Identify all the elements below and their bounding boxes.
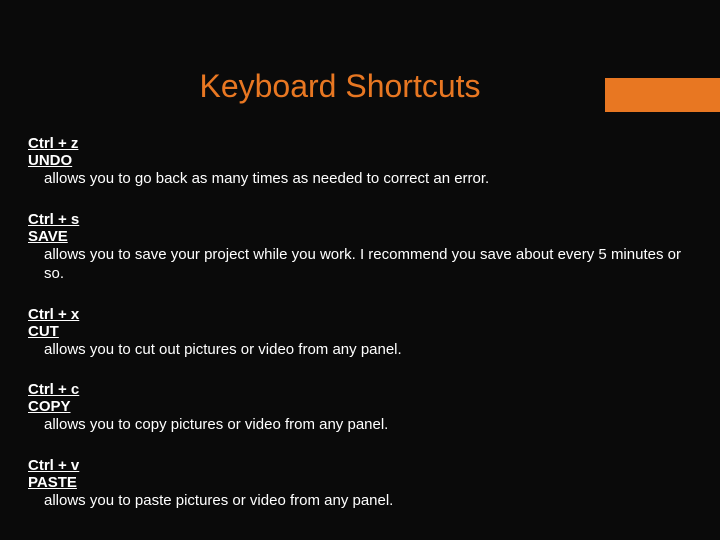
shortcut-item: Ctrl + v PASTE allows you to paste pictu… <box>28 457 692 511</box>
shortcut-item: Ctrl + s SAVE allows you to save your pr… <box>28 211 692 284</box>
shortcut-desc: allows you to copy pictures or video fro… <box>28 415 692 435</box>
accent-bar <box>605 78 720 112</box>
content-area: Ctrl + z UNDO allows you to go back as m… <box>0 135 720 510</box>
shortcut-desc: allows you to go back as many times as n… <box>28 169 692 189</box>
shortcut-keys: Ctrl + c <box>28 381 692 398</box>
shortcut-name: COPY <box>28 398 692 415</box>
shortcut-desc: allows you to cut out pictures or video … <box>28 340 692 360</box>
shortcut-keys: Ctrl + z <box>28 135 692 152</box>
shortcut-item: Ctrl + z UNDO allows you to go back as m… <box>28 135 692 189</box>
shortcut-name: CUT <box>28 323 692 340</box>
shortcut-keys: Ctrl + s <box>28 211 692 228</box>
shortcut-keys: Ctrl + x <box>28 306 692 323</box>
shortcut-keys: Ctrl + v <box>28 457 692 474</box>
shortcut-desc: allows you to save your project while yo… <box>28 245 692 284</box>
shortcut-name: PASTE <box>28 474 692 491</box>
shortcut-desc: allows you to paste pictures or video fr… <box>28 491 692 511</box>
shortcut-name: UNDO <box>28 152 692 169</box>
shortcut-item: Ctrl + c COPY allows you to copy picture… <box>28 381 692 435</box>
shortcut-item: Ctrl + x CUT allows you to cut out pictu… <box>28 306 692 360</box>
shortcut-name: SAVE <box>28 228 692 245</box>
